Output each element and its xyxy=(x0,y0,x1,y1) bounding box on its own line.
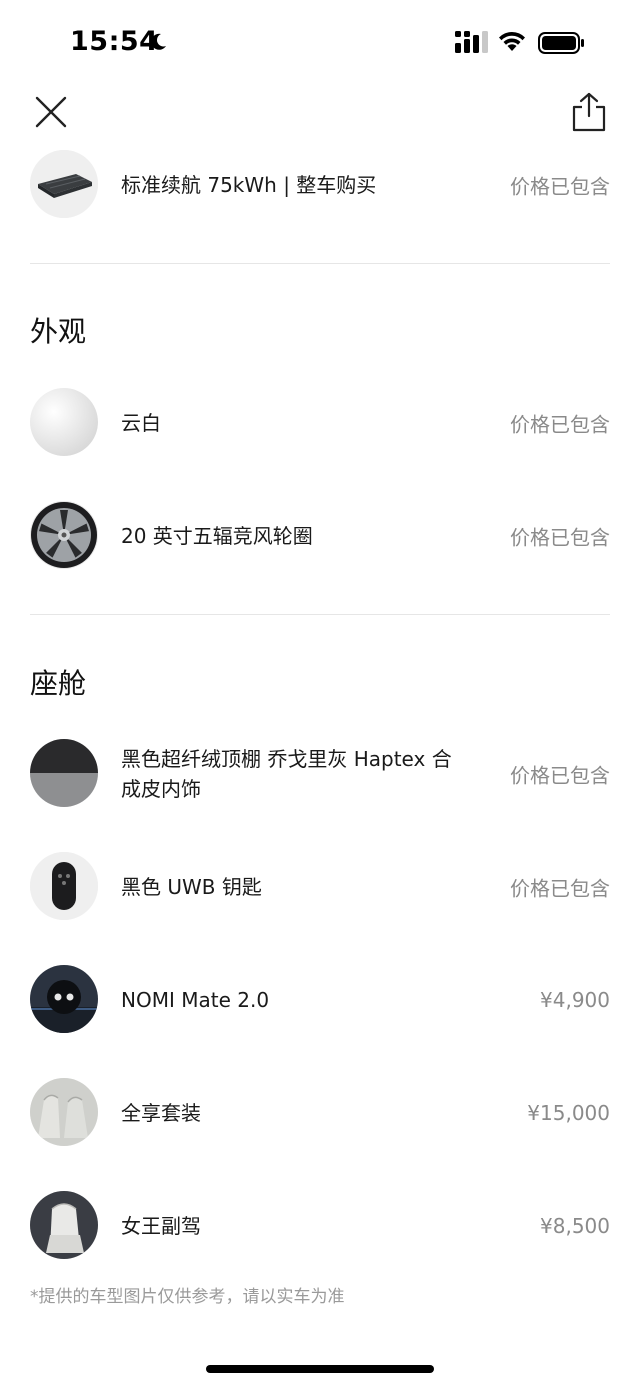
wifi-icon xyxy=(499,31,525,51)
option-label: NOMI Mate 2.0 xyxy=(121,988,270,1012)
battery-pack-thumbnail xyxy=(30,150,98,218)
option-label: 标准续航 75kWh | 整车购买 xyxy=(121,173,377,197)
share-icon[interactable] xyxy=(571,92,607,132)
close-icon[interactable] xyxy=(34,95,68,129)
option-price: ¥8,500 xyxy=(540,1214,610,1238)
cabin-option-row[interactable]: 女王副驾 ¥8,500 xyxy=(30,1191,610,1261)
cabin-option-row[interactable]: 黑色 UWB 钥匙 价格已包含 xyxy=(30,852,610,922)
home-indicator[interactable] xyxy=(206,1365,434,1373)
divider xyxy=(30,263,610,264)
exterior-option-row[interactable]: 云白 价格已包含 xyxy=(30,388,610,458)
option-price: 价格已包含 xyxy=(510,876,610,901)
status-bar: 15:54 xyxy=(0,0,640,86)
option-price: 价格已包含 xyxy=(510,174,610,199)
interior-trim-swatch-icon xyxy=(30,739,98,807)
option-price: 价格已包含 xyxy=(510,525,610,550)
passenger-seat-icon xyxy=(30,1191,98,1259)
battery-option-row[interactable]: 标准续航 75kWh | 整车购买 价格已包含 xyxy=(30,150,610,220)
cabin-option-row[interactable]: 全享套装 ¥15,000 xyxy=(30,1078,610,1148)
option-price: 价格已包含 xyxy=(510,763,610,788)
option-price: ¥15,000 xyxy=(527,1101,610,1125)
option-label: 女王副驾 xyxy=(121,1214,201,1238)
option-label: 全享套装 xyxy=(121,1101,201,1125)
moon-icon xyxy=(151,33,166,50)
cabin-section-title: 座舱 xyxy=(30,667,87,700)
exterior-option-row[interactable]: 20 英寸五辐竞风轮圈 价格已包含 xyxy=(30,501,610,571)
option-label: 20 英寸五辐竞风轮圈 xyxy=(121,524,313,548)
option-price: ¥4,900 xyxy=(540,988,610,1012)
battery-icon xyxy=(538,32,584,54)
status-time: 15:54 xyxy=(70,26,159,57)
wheel-rim-icon xyxy=(30,501,98,569)
option-label: 黑色 UWB 钥匙 xyxy=(121,875,262,899)
exterior-section-title: 外观 xyxy=(30,315,87,348)
disclaimer-footnote: *提供的车型图片仅供参考，请以实车为准 xyxy=(30,1287,345,1307)
cabin-option-row[interactable]: NOMI Mate 2.0 ¥4,900 xyxy=(30,965,610,1035)
option-price: 价格已包含 xyxy=(510,412,610,437)
cellular-signal-icon xyxy=(455,31,488,53)
white-paint-swatch-icon xyxy=(30,388,98,456)
cabin-option-row[interactable]: 黑色超纤绒顶棚 乔戈里灰 Haptex 合成皮内饰 价格已包含 xyxy=(30,739,610,809)
nomi-robot-icon xyxy=(30,965,98,1033)
configuration-summary-screen: 15:54 标准续航 75kWh | 整车购买 价格已包含 外观 云白 价格已包… xyxy=(0,0,640,1387)
seat-package-icon xyxy=(30,1078,98,1146)
key-fob-icon xyxy=(30,852,98,920)
option-label: 云白 xyxy=(121,411,161,435)
option-label: 黑色超纤绒顶棚 乔戈里灰 Haptex 合成皮内饰 xyxy=(121,747,452,801)
divider xyxy=(30,614,610,615)
